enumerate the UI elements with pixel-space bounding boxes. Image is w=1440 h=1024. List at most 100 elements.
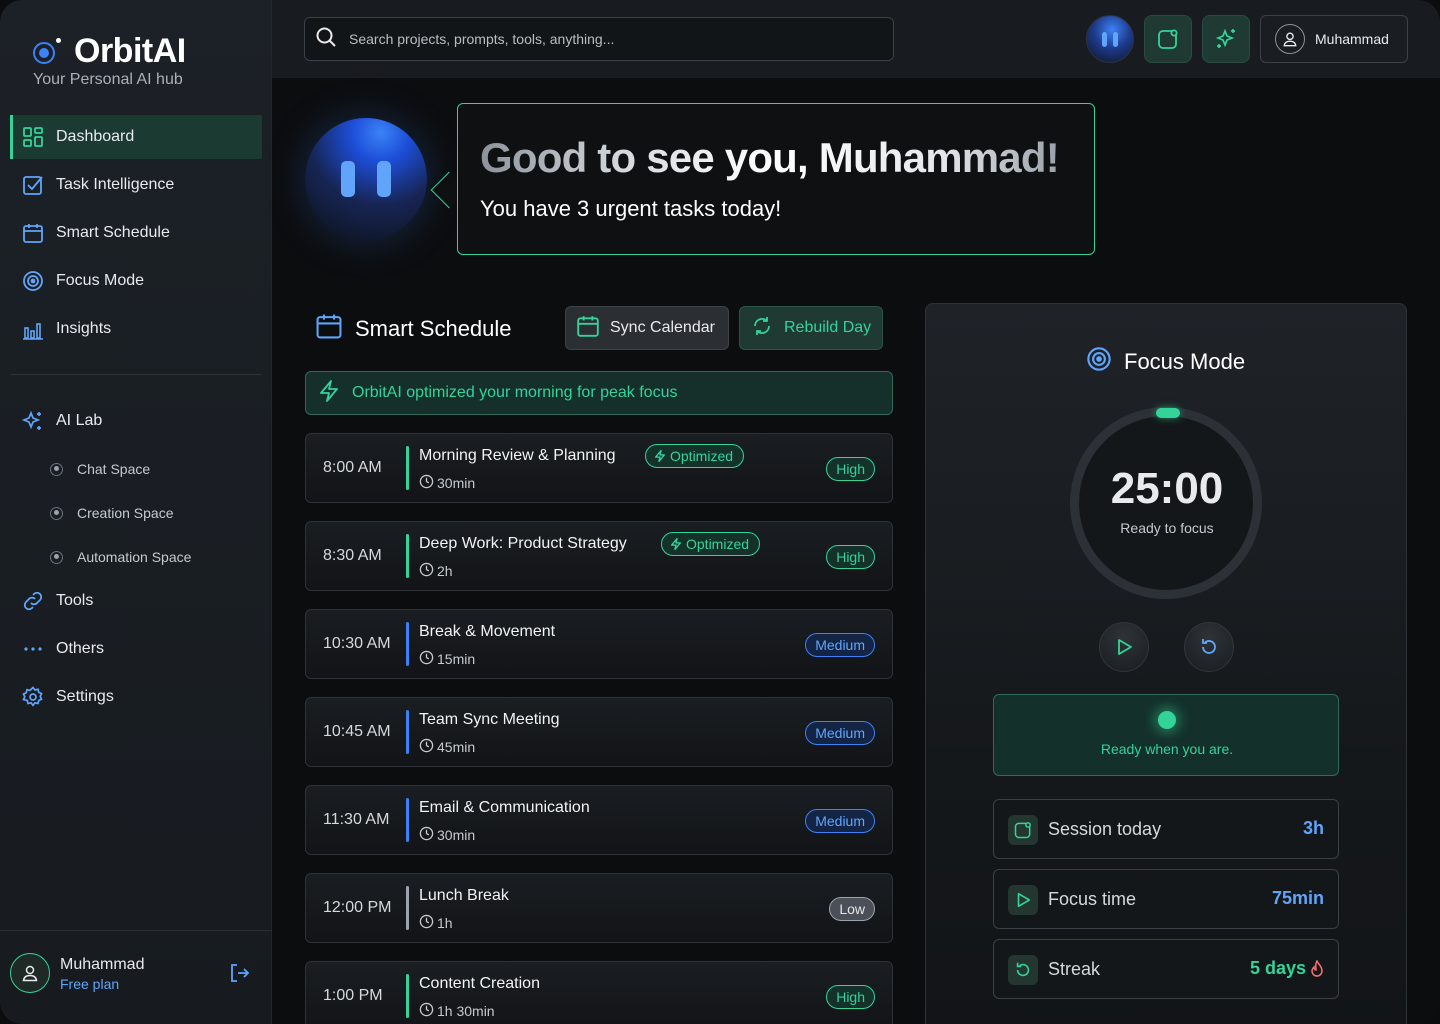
radio-dot-icon (50, 462, 63, 476)
clock-icon (419, 474, 434, 492)
sidebar: OrbitAI Your Personal AI hub Dashboard T… (0, 0, 272, 1024)
task-title: Content Creation (419, 975, 540, 992)
task-duration-text: 45min (437, 739, 476, 755)
play-icon (1118, 639, 1132, 655)
task-card[interactable]: 8:30 AM Deep Work: Product Strategy 2h O… (305, 521, 893, 591)
priority-badge: Medium (805, 633, 875, 657)
task-time: 12:00 PM (323, 899, 392, 916)
sparkle-icon (22, 410, 44, 432)
stat-value: 3h (1303, 818, 1324, 839)
sidebar-item-focus-mode[interactable]: Focus Mode (10, 259, 262, 303)
priority-badge: Medium (805, 721, 875, 745)
radio-dot-icon (50, 506, 63, 520)
task-card[interactable]: 11:30 AM Email & Communication 30min Med… (305, 785, 893, 855)
priority-badge: High (826, 985, 875, 1009)
stat-streak: Streak 5 days (993, 939, 1339, 999)
search-box[interactable] (304, 17, 894, 61)
avatar-eye (377, 161, 391, 197)
orbit-logo-icon (30, 34, 66, 70)
clock-icon (419, 738, 434, 756)
optimization-banner: OrbitAI optimized your morning for peak … (305, 371, 893, 415)
sidebar-item-dashboard[interactable]: Dashboard (10, 115, 262, 159)
user-footer: Muhammad Free plan (0, 930, 272, 1024)
sidebar-item-smart-schedule[interactable]: Smart Schedule (10, 211, 262, 255)
optimized-badge: Optimized (661, 532, 761, 556)
stat-focus-time: Focus time 75min (993, 869, 1339, 929)
logout-icon[interactable] (228, 962, 250, 989)
user-menu-button[interactable]: Muhammad (1260, 15, 1408, 63)
task-title: Team Sync Meeting (419, 711, 560, 728)
task-time: 8:30 AM (323, 547, 382, 564)
user-plan[interactable]: Free plan (60, 976, 119, 992)
task-card[interactable]: 10:45 AM Team Sync Meeting 45min Medium (305, 697, 893, 767)
sidebar-item-ai-lab[interactable]: AI Lab (10, 399, 262, 443)
task-title: Lunch Break (419, 887, 509, 904)
play-button[interactable] (1099, 622, 1149, 672)
task-card[interactable]: 12:00 PM Lunch Break 1h Low (305, 873, 893, 943)
task-title: Deep Work: Product Strategy (419, 535, 627, 552)
task-card[interactable]: 8:00 AM Morning Review & Planning 30min … (305, 433, 893, 503)
sidebar-item-label: Settings (56, 688, 114, 705)
calendar-icon (576, 314, 600, 343)
timer-value: 25:00 (1110, 464, 1224, 513)
task-duration: 1h 30min (419, 1002, 495, 1020)
optimization-banner-text: OrbitAI optimized your morning for peak … (352, 384, 678, 401)
user-name: Muhammad (60, 956, 145, 973)
calendar-icon (22, 222, 44, 244)
task-time: 1:00 PM (323, 987, 383, 1004)
task-duration: 2h (419, 562, 453, 580)
task-duration: 30min (419, 474, 475, 492)
grid-icon (22, 126, 44, 148)
sidebar-item-label: Insights (56, 320, 112, 337)
task-duration-text: 1h (437, 915, 453, 931)
task-priority-bar (406, 974, 409, 1018)
sidebar-subitem-automation-space[interactable]: Automation Space (10, 535, 262, 579)
lightning-icon (654, 449, 666, 463)
clock-icon (419, 650, 434, 668)
sidebar-item-task-intelligence[interactable]: Task Intelligence (10, 163, 262, 207)
greeting-title: Good to see you, Muhammad! (480, 134, 1060, 181)
rebuild-day-button[interactable]: Rebuild Day (739, 306, 883, 350)
sidebar-subitem-creation-space[interactable]: Creation Space (10, 491, 262, 535)
task-time: 10:45 AM (323, 723, 391, 740)
bar-chart-icon (22, 318, 44, 340)
sync-calendar-button[interactable]: Sync Calendar (565, 306, 729, 350)
lightning-icon (670, 537, 682, 551)
task-priority-bar (406, 446, 409, 490)
sidebar-item-others[interactable]: Others (10, 627, 262, 671)
reset-button[interactable] (1184, 622, 1234, 672)
task-card[interactable]: 10:30 AM Break & Movement 15min Medium (305, 609, 893, 679)
greeting-subtitle: You have 3 urgent tasks today! (480, 196, 782, 221)
session-button[interactable] (1144, 15, 1192, 63)
task-card[interactable]: 1:00 PM Content Creation 1h 30min High (305, 961, 893, 1024)
assistant-avatar (305, 118, 427, 240)
stat-label: Focus time (1048, 889, 1137, 909)
task-title: Morning Review & Planning (419, 447, 616, 464)
focus-mode-title: Focus Mode (1124, 349, 1246, 374)
avatar[interactable] (10, 953, 50, 993)
sidebar-item-label: Focus Mode (56, 272, 145, 289)
clock-icon (419, 1002, 434, 1020)
stat-value-text: 5 days (1249, 958, 1306, 978)
target-icon (22, 270, 44, 292)
timer-progress-knob[interactable] (1156, 408, 1180, 418)
task-duration-text: 15min (437, 651, 476, 667)
optimized-badge-text: Optimized (686, 536, 750, 552)
sidebar-item-insights[interactable]: Insights (10, 307, 262, 351)
lightning-icon (318, 379, 340, 408)
assistant-orb-button[interactable] (1086, 15, 1134, 63)
stat-label: Session today (1048, 819, 1162, 839)
priority-badge: Low (829, 897, 875, 921)
sidebar-subitem-chat-space[interactable]: Chat Space (10, 447, 262, 491)
ready-text: Ready when you are. (1100, 741, 1234, 757)
schedule-header: Smart Schedule (315, 312, 512, 345)
sidebar-item-settings[interactable]: Settings (10, 675, 262, 719)
brand-name: OrbitAI (74, 32, 186, 70)
topbar: Muhammad (272, 0, 1440, 78)
sidebar-subitem-label: Creation Space (77, 505, 174, 521)
sidebar-item-label: Task Intelligence (56, 176, 175, 193)
search-input[interactable] (349, 31, 869, 47)
ai-sparkle-button[interactable] (1202, 15, 1250, 63)
sidebar-item-tools[interactable]: Tools (10, 579, 262, 623)
brand[interactable]: OrbitAI Your Personal AI hub (30, 32, 186, 89)
